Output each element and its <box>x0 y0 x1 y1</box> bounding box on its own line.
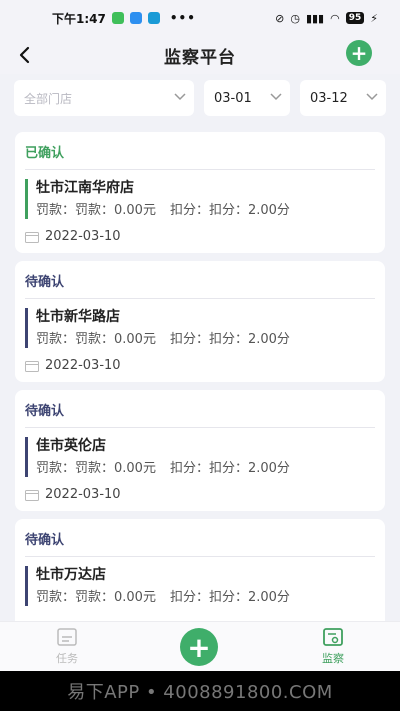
record-metrics: 罚款：罚款：0.00元 扣分：扣分：2.00分 <box>36 203 375 219</box>
page-title: 监察平台 <box>164 47 236 68</box>
deduct-points: 扣分：扣分：2.00分 <box>169 461 290 476</box>
store-name: 佳市英伦店 <box>36 438 106 454</box>
filter-bar: 全部门店 03-01 03-12 <box>14 80 386 116</box>
add-button[interactable]: + <box>180 628 218 666</box>
record-metrics: 罚款：罚款：0.00元 扣分：扣分：2.00分 <box>36 590 375 606</box>
fine-amount: 罚款：罚款：0.00元 <box>36 590 156 605</box>
calendar-icon <box>25 489 39 501</box>
store-select-placeholder: 全部门店 <box>24 91 73 106</box>
charging-icon: ⚡ <box>370 11 378 25</box>
signal-icon: ▮▮▮ <box>305 11 325 25</box>
store-name: 牡市万达店 <box>36 567 106 583</box>
more-notifications-icon: ••• <box>169 11 196 25</box>
store-select[interactable]: 全部门店 <box>14 80 194 116</box>
add-record-button[interactable]: + <box>346 40 372 66</box>
start-date-value: 03-01 <box>214 90 252 106</box>
end-date-select[interactable]: 03-12 <box>300 80 386 116</box>
deduct-points: 扣分：扣分：2.00分 <box>169 203 290 218</box>
status-label: 待确认 <box>25 529 375 557</box>
store-name: 牡市江南华府店 <box>36 180 134 196</box>
end-date-value: 03-12 <box>310 90 348 106</box>
record-body: 牡市万达店 罚款：罚款：0.00元 扣分：扣分：2.00分 <box>25 566 375 606</box>
record-date-row: 2022-03-10 <box>25 487 375 502</box>
record-body: 牡市江南华府店 罚款：罚款：0.00元 扣分：扣分：2.00分 <box>25 179 375 219</box>
record-date: 2022-03-10 <box>45 358 121 373</box>
chevron-down-icon <box>366 93 378 101</box>
record-date: 2022-03-10 <box>45 229 121 244</box>
calendar-icon <box>25 231 39 243</box>
deduct-points: 扣分：扣分：2.00分 <box>169 590 290 605</box>
clock: 下午1:47 <box>52 11 106 26</box>
tab-supervise[interactable]: 监察 <box>303 628 363 666</box>
start-date-select[interactable]: 03-01 <box>204 80 290 116</box>
alarm-icon: ◷ <box>290 11 300 25</box>
back-arrow-icon[interactable] <box>14 42 38 68</box>
record-date: 2022-03-10 <box>45 487 121 502</box>
system-nav-bar: 易下APP • 4008891800.COM <box>0 671 400 711</box>
bottom-tab-bar: 任务 + 监察 <box>0 621 400 671</box>
battery-icon: 95 <box>345 12 365 24</box>
record-card[interactable]: 待确认 佳市英伦店 罚款：罚款：0.00元 扣分：扣分：2.00分 2022-03… <box>15 390 385 511</box>
record-list: 已确认 牡市江南华府店 罚款：罚款：0.00元 扣分：扣分：2.00分 2022-… <box>15 132 385 648</box>
telegram-icon <box>129 12 142 24</box>
watermark-text: 易下APP • 4008891800.COM <box>67 682 333 703</box>
tab-supervise-label: 监察 <box>322 652 344 665</box>
wifi-icon: ◠ <box>330 11 340 25</box>
task-icon <box>57 628 77 646</box>
chevron-down-icon <box>270 93 282 101</box>
calendar-icon <box>25 360 39 372</box>
tab-task-label: 任务 <box>56 652 78 665</box>
record-body: 牡市新华路店 罚款：罚款：0.00元 扣分：扣分：2.00分 <box>25 308 375 348</box>
fine-amount: 罚款：罚款：0.00元 <box>36 461 156 476</box>
deduct-points: 扣分：扣分：2.00分 <box>169 332 290 347</box>
mute-icon: ⊘ <box>275 11 285 25</box>
store-name: 牡市新华路店 <box>36 309 120 325</box>
status-label: 待确认 <box>25 400 375 428</box>
record-card[interactable]: 已确认 牡市江南华府店 罚款：罚款：0.00元 扣分：扣分：2.00分 2022-… <box>15 132 385 253</box>
title-bar: 监察平台 + <box>0 36 400 74</box>
shield-app-icon <box>147 12 160 24</box>
supervise-icon <box>323 628 343 646</box>
record-card[interactable]: 待确认 牡市新华路店 罚款：罚款：0.00元 扣分：扣分：2.00分 2022-0… <box>15 261 385 382</box>
status-label: 待确认 <box>25 271 375 299</box>
record-date-row: 2022-03-10 <box>25 229 375 244</box>
record-metrics: 罚款：罚款：0.00元 扣分：扣分：2.00分 <box>36 332 375 348</box>
record-date-row: 2022-03-10 <box>25 358 375 373</box>
fine-amount: 罚款：罚款：0.00元 <box>36 203 156 218</box>
tab-task[interactable]: 任务 <box>37 628 97 666</box>
status-label: 已确认 <box>25 142 375 170</box>
record-body: 佳市英伦店 罚款：罚款：0.00元 扣分：扣分：2.00分 <box>25 437 375 477</box>
record-metrics: 罚款：罚款：0.00元 扣分：扣分：2.00分 <box>36 461 375 477</box>
chevron-down-icon <box>174 93 186 101</box>
wechat-icon <box>111 12 124 24</box>
fine-amount: 罚款：罚款：0.00元 <box>36 332 156 347</box>
status-bar: 下午1:47 ••• ⊘ ◷ ▮▮▮ ◠ 95 ⚡ <box>0 0 400 36</box>
